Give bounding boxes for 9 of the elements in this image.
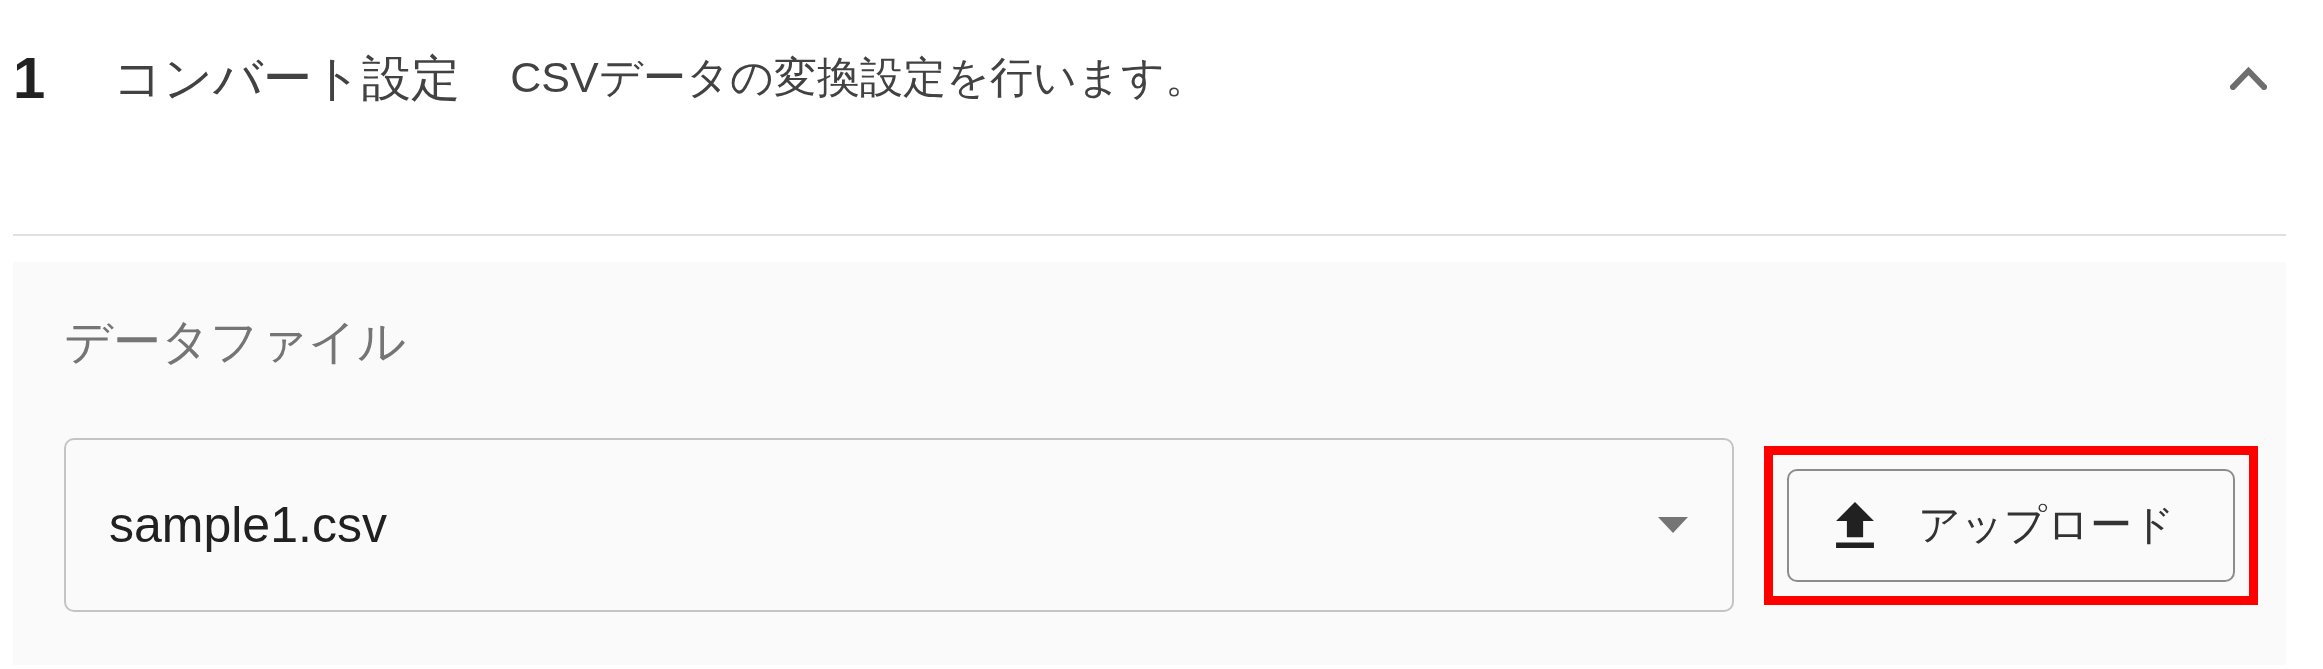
upload-button[interactable]: アップロード (1787, 468, 2235, 582)
field-label: データファイル (64, 314, 407, 370)
upload-icon (1836, 502, 1874, 548)
dropdown-arrow-icon (1658, 517, 1688, 533)
step-number: 1 (13, 49, 46, 107)
section-description: CSVデータの変換設定を行います。 (510, 52, 1208, 104)
chevron-icon[interactable] (2230, 66, 2267, 90)
file-select[interactable]: sample1.csv (64, 438, 1734, 612)
section-title: コンバート設定 (113, 49, 461, 107)
